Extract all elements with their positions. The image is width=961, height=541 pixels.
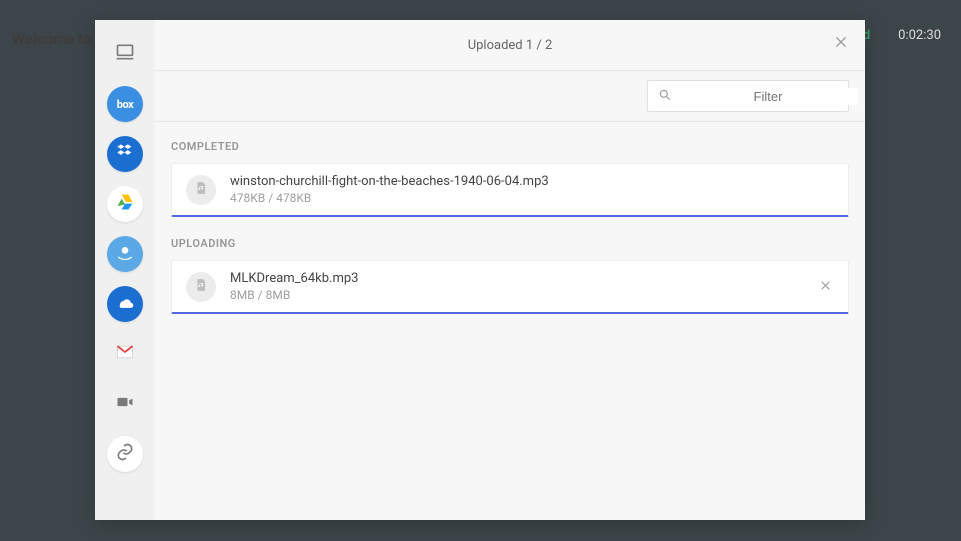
modal-title: Uploaded 1 / 2 xyxy=(468,38,553,53)
close-icon xyxy=(833,35,849,54)
audio-file-icon xyxy=(194,277,208,297)
link-icon xyxy=(115,442,135,466)
modal-main: Uploaded 1 / 2 COMPLETED xyxy=(155,20,865,520)
source-onedrive[interactable] xyxy=(107,286,143,322)
audio-file-icon xyxy=(194,180,208,200)
source-device[interactable] xyxy=(107,36,143,72)
source-amazon[interactable] xyxy=(107,236,143,272)
file-thumb xyxy=(186,175,216,205)
search-box[interactable] xyxy=(647,80,849,112)
uploading-label: UPLOADING xyxy=(171,237,849,250)
file-list-content: COMPLETED winston-churchill-fight-on-the… xyxy=(155,122,865,520)
filter-input[interactable] xyxy=(678,88,858,105)
dropbox-icon xyxy=(115,142,135,166)
completed-label: COMPLETED xyxy=(171,140,849,153)
source-video[interactable] xyxy=(107,386,143,422)
file-row[interactable]: MLKDream_64kb.mp3 8MB / 8MB xyxy=(171,260,849,314)
file-size: 8MB / 8MB xyxy=(230,288,359,302)
source-dropbox[interactable] xyxy=(107,136,143,172)
file-thumb xyxy=(186,272,216,302)
device-icon xyxy=(115,42,135,66)
google-drive-icon xyxy=(115,192,135,216)
source-box[interactable]: box xyxy=(107,86,143,122)
box-icon: box xyxy=(117,98,133,111)
source-link[interactable] xyxy=(107,436,143,472)
file-size: 478KB / 478KB xyxy=(230,191,549,205)
close-icon xyxy=(819,277,832,296)
source-gdrive[interactable] xyxy=(107,186,143,222)
file-name: winston-churchill-fight-on-the-beaches-1… xyxy=(230,174,549,189)
video-icon xyxy=(115,392,135,416)
background-timer: 0:02:30 xyxy=(898,28,941,43)
source-sidebar: box xyxy=(95,20,155,520)
search-icon xyxy=(658,87,672,106)
amazon-cloud-icon xyxy=(115,242,135,266)
upload-modal: box xyxy=(95,20,865,520)
file-meta: MLKDream_64kb.mp3 8MB / 8MB xyxy=(230,271,359,302)
close-button[interactable] xyxy=(833,34,849,54)
background-welcome-text: Welcome to xyxy=(12,30,91,48)
source-gmail[interactable] xyxy=(107,336,143,372)
file-name: MLKDream_64kb.mp3 xyxy=(230,271,359,286)
modal-header: Uploaded 1 / 2 xyxy=(155,20,865,71)
search-bar xyxy=(155,71,865,122)
remove-file-button[interactable] xyxy=(819,277,832,296)
file-meta: winston-churchill-fight-on-the-beaches-1… xyxy=(230,174,549,205)
onedrive-icon xyxy=(115,292,135,316)
gmail-icon xyxy=(115,342,135,366)
file-row[interactable]: winston-churchill-fight-on-the-beaches-1… xyxy=(171,163,849,217)
